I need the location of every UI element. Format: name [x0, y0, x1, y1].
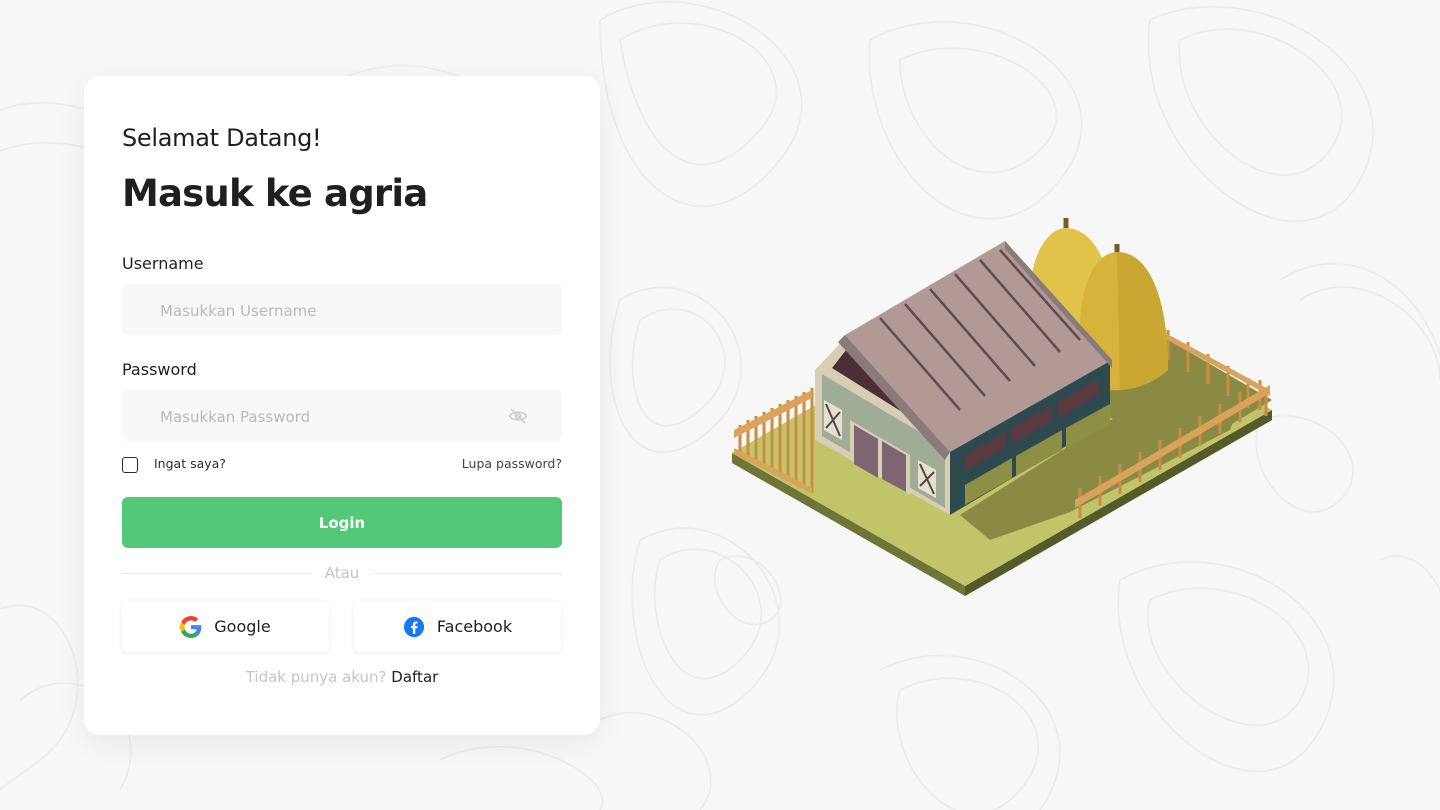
password-field-container	[122, 390, 562, 443]
forgot-password-link[interactable]: Lupa password?	[462, 456, 562, 471]
username-field-container	[122, 284, 562, 337]
facebook-button-label: Facebook	[436, 617, 513, 636]
password-input[interactable]	[158, 390, 492, 443]
password-label: Password	[122, 360, 197, 379]
login-button[interactable]: Login	[122, 497, 562, 548]
signup-prompt: Tidak punya akun? Daftar	[84, 668, 600, 686]
google-login-button[interactable]: Google	[122, 601, 329, 652]
remember-label: Ingat saya?	[154, 456, 226, 471]
google-icon	[180, 615, 202, 638]
divider-line-right	[372, 573, 562, 574]
page-title: Masuk ke agria	[122, 172, 428, 215]
signup-prompt-text: Tidak punya akun?	[245, 668, 387, 686]
facebook-login-button[interactable]: Facebook	[354, 601, 561, 652]
barn-illustration	[732, 218, 1272, 596]
username-input[interactable]	[158, 284, 492, 337]
remember-checkbox[interactable]	[122, 457, 138, 473]
eye-off-icon[interactable]	[508, 406, 528, 426]
login-card: Selamat Datang! Masuk ke agria Username …	[84, 76, 600, 735]
google-button-label: Google	[214, 617, 271, 636]
facebook-icon	[403, 616, 424, 637]
username-label: Username	[122, 254, 204, 273]
greeting-text: Selamat Datang!	[122, 124, 322, 152]
signup-link[interactable]: Daftar	[391, 668, 438, 686]
